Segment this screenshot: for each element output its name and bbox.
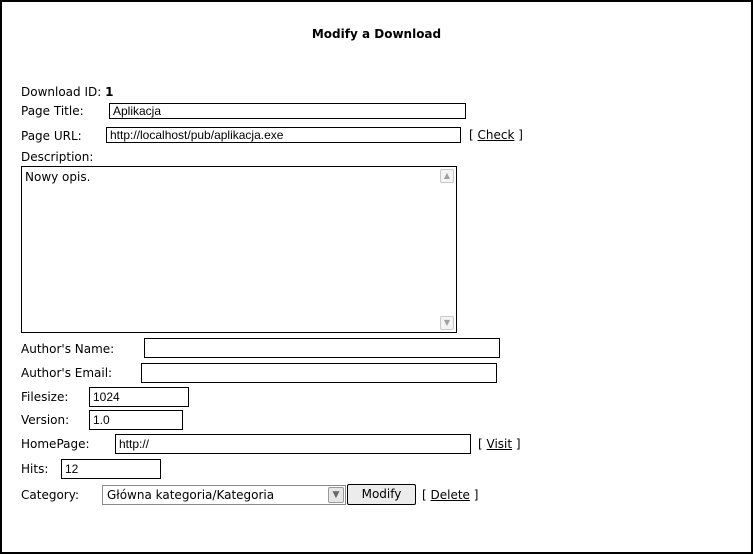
description-textarea[interactable]: Nowy opis. ▲ ▼ [21,166,457,333]
bracket-close: ] [473,488,479,502]
filesize-input[interactable]: 1024 [89,387,189,407]
author-email-label: Author's Email: [21,366,113,380]
page-title-label: Page Title: [21,104,84,118]
bracket-open: [ [478,437,483,451]
description-label: Description: [21,150,94,164]
version-input[interactable]: 1.0 [89,410,183,430]
author-name-label: Author's Name: [21,342,115,356]
author-email-input[interactable] [141,363,497,383]
bracket-open: [ [422,488,427,502]
page-title-input[interactable]: Aplikacja [109,103,466,119]
hits-label: Hits: [21,462,49,476]
download-id-row: Download ID: 1 [21,82,113,102]
homepage-input[interactable]: http:// [115,434,471,454]
download-id-label: Download ID: [21,85,102,99]
check-link[interactable]: Check [478,128,515,142]
visit-link-group: [ Visit ] [478,434,521,454]
check-link-group: [ Check ] [469,125,523,145]
category-select-value: Główna kategoria/Kategoria [107,488,275,502]
homepage-label: HomePage: [21,437,90,451]
hits-input[interactable]: 12 [61,459,161,479]
download-id-value: 1 [105,85,114,99]
bracket-open: [ [469,128,474,142]
modify-button[interactable]: Modify [347,484,416,505]
bracket-close: ] [518,128,523,142]
modify-download-panel: Modify a Download Download ID: 1 Page Ti… [0,0,753,554]
delete-link-group: [ Delete ] [422,485,478,505]
chevron-up-icon[interactable]: ▲ [440,169,454,183]
description-scrollbar[interactable]: ▲ ▼ [439,168,455,331]
category-label: Category: [21,488,79,502]
bracket-close: ] [515,437,521,451]
chevron-down-icon[interactable]: ▼ [328,487,344,503]
version-label: Version: [21,413,70,427]
author-name-input[interactable] [144,338,500,358]
page-title: Modify a Download [311,27,442,41]
filesize-label: Filesize: [21,390,69,404]
delete-link[interactable]: Delete [431,488,470,502]
description-text: Nowy opis. [25,170,91,184]
chevron-down-icon[interactable]: ▼ [440,316,454,330]
page-url-input[interactable]: http://localhost/pub/aplikacja.exe [106,127,461,143]
visit-link[interactable]: Visit [487,437,513,451]
page-url-label: Page URL: [21,129,82,143]
category-select[interactable]: Główna kategoria/Kategoria ▼ [102,485,346,505]
